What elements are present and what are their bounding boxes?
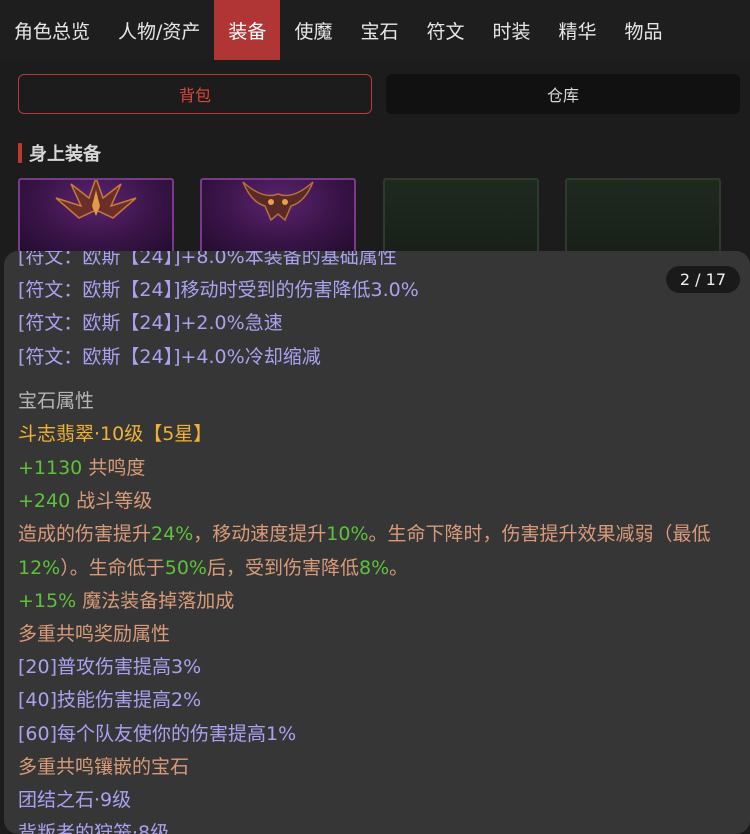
item-tooltip-panel: 2 / 17 [符文：欧斯【24】]+8.0%本装备的基础属性 [符文：欧斯【2… [4,251,750,834]
stat-value: +15% [18,590,77,612]
tab-character-assets[interactable]: 人物/资产 [104,0,214,60]
socketed-gems-header: 多重共鸣镶嵌的宝石 [18,756,190,778]
socketed-gem-line: 团结之石·9级 [18,789,132,811]
equip-slot-1[interactable] [18,178,174,254]
section-accent-bar [18,143,22,163]
stat-label: 共鸣度 [82,457,146,479]
stat-magic-find: +15% 魔法装备掉落加成 [18,588,234,614]
rune-line: [符文：欧斯【24】]移动时受到的伤害降低3.0% [18,279,419,301]
tab-fashion[interactable]: 时装 [478,0,544,60]
rune-line: [符文：欧斯【24】]+4.0%冷却缩减 [18,346,321,368]
rune-line: [符文：欧斯【24】]+8.0%本装备的基础属性 [18,251,397,268]
section-title: 身上装备 [18,141,101,165]
demon-skull-icon [242,181,314,222]
stat-resonance: +1130 共鸣度 [18,455,145,481]
resonance-line: [60]每个队友使你的伤害提高1% [18,723,297,745]
page-counter: 2 / 17 [665,266,740,293]
backpack-button[interactable]: 背包 [18,74,372,114]
stat-combat-level: +240 战斗等级 [18,488,152,514]
stat-value: +240 [18,490,71,512]
demon-helm-icon [55,180,137,219]
equip-slot-2[interactable] [200,178,356,254]
storage-switcher: 背包 仓库 [18,74,740,114]
stat-label: 战斗等级 [70,490,153,512]
rune-line: [符文：欧斯【24】]+2.0%急速 [18,312,283,334]
tab-familiar[interactable]: 使魔 [280,0,346,60]
stat-value: +1130 [18,457,83,479]
tab-character-overview[interactable]: 角色总览 [0,0,104,60]
top-nav: 角色总览 人物/资产 装备 使魔 宝石 符文 时装 精华 物品 [0,0,750,60]
resonance-line: [40]技能伤害提高2% [18,689,202,711]
gem-name: 斗志翡翠·10级【5星】 [18,423,213,445]
gem-effect-description: 造成的伤害提升24%，移动速度提升10%。生命下降时，伤害提升效果减弱（最低12… [18,523,711,579]
stat-label: 魔法装备掉落加成 [76,590,235,612]
tab-equipment[interactable]: 装备 [214,0,281,60]
warehouse-button[interactable]: 仓库 [386,74,740,114]
gem-attributes-header: 宝石属性 [18,390,95,412]
resonance-bonus-header: 多重共鸣奖励属性 [18,623,171,645]
tab-runes[interactable]: 符文 [412,0,478,60]
section-title-text: 身上装备 [29,144,101,165]
tab-essence[interactable]: 精华 [545,0,611,60]
resonance-line: [20]普攻伤害提高3% [18,656,202,678]
tab-gems[interactable]: 宝石 [346,0,412,60]
tab-items[interactable]: 物品 [611,0,677,60]
equip-slot-4[interactable] [565,178,721,254]
equip-slot-3[interactable] [383,178,539,254]
socketed-gem-line: 背叛者的狩笼·8级 [18,822,170,834]
